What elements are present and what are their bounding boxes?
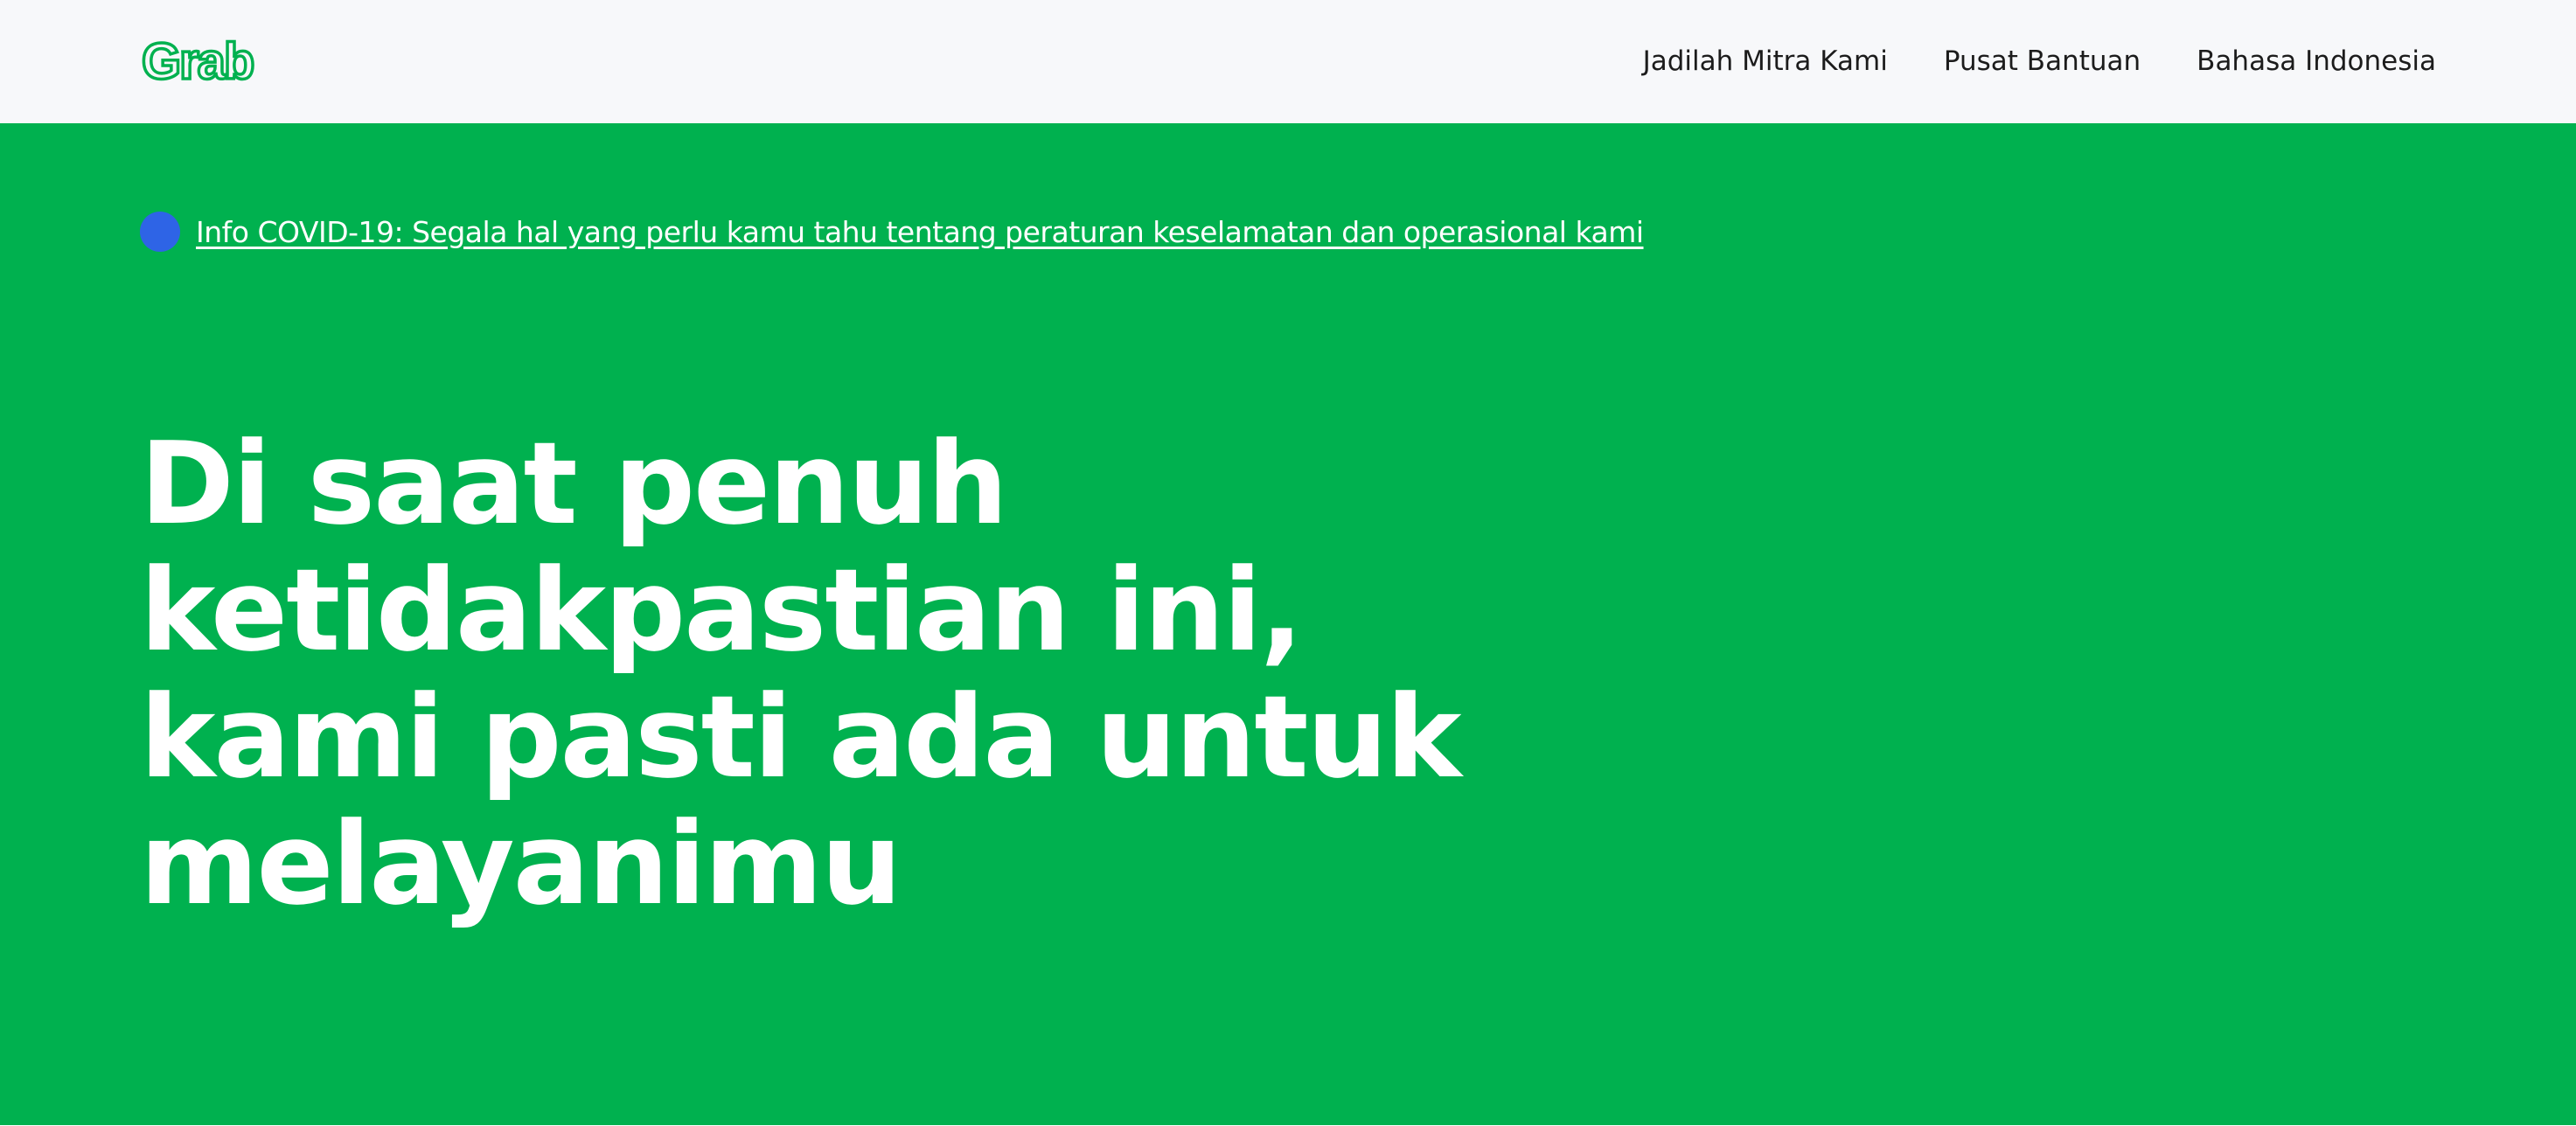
nav-language-selector[interactable]: Bahasa Indonesia (2197, 42, 2436, 80)
nav-help-center-link[interactable]: Pusat Bantuan (1944, 42, 2141, 80)
nav-partner-link[interactable]: Jadilah Mitra Kami (1643, 42, 1888, 80)
hero-headline: Di saat penuh ketidakpastian ini, kami p… (140, 417, 1462, 930)
hero-banner: Info COVID-19: Segala hal yang perlu kam… (0, 123, 2576, 1125)
grab-logo-icon: Grab (140, 31, 256, 92)
covid-info-banner: Info COVID-19: Segala hal yang perlu kam… (140, 212, 1644, 252)
info-dot-icon (140, 212, 180, 252)
top-nav: Jadilah Mitra Kami Pusat Bantuan Bahasa … (1643, 42, 2436, 80)
covid-info-link[interactable]: Info COVID-19: Segala hal yang perlu kam… (196, 215, 1644, 249)
grab-logo[interactable]: Grab (140, 31, 278, 92)
site-header: Grab Jadilah Mitra Kami Pusat Bantuan Ba… (0, 0, 2576, 123)
grab-logo-wordmark: Grab (142, 38, 254, 87)
